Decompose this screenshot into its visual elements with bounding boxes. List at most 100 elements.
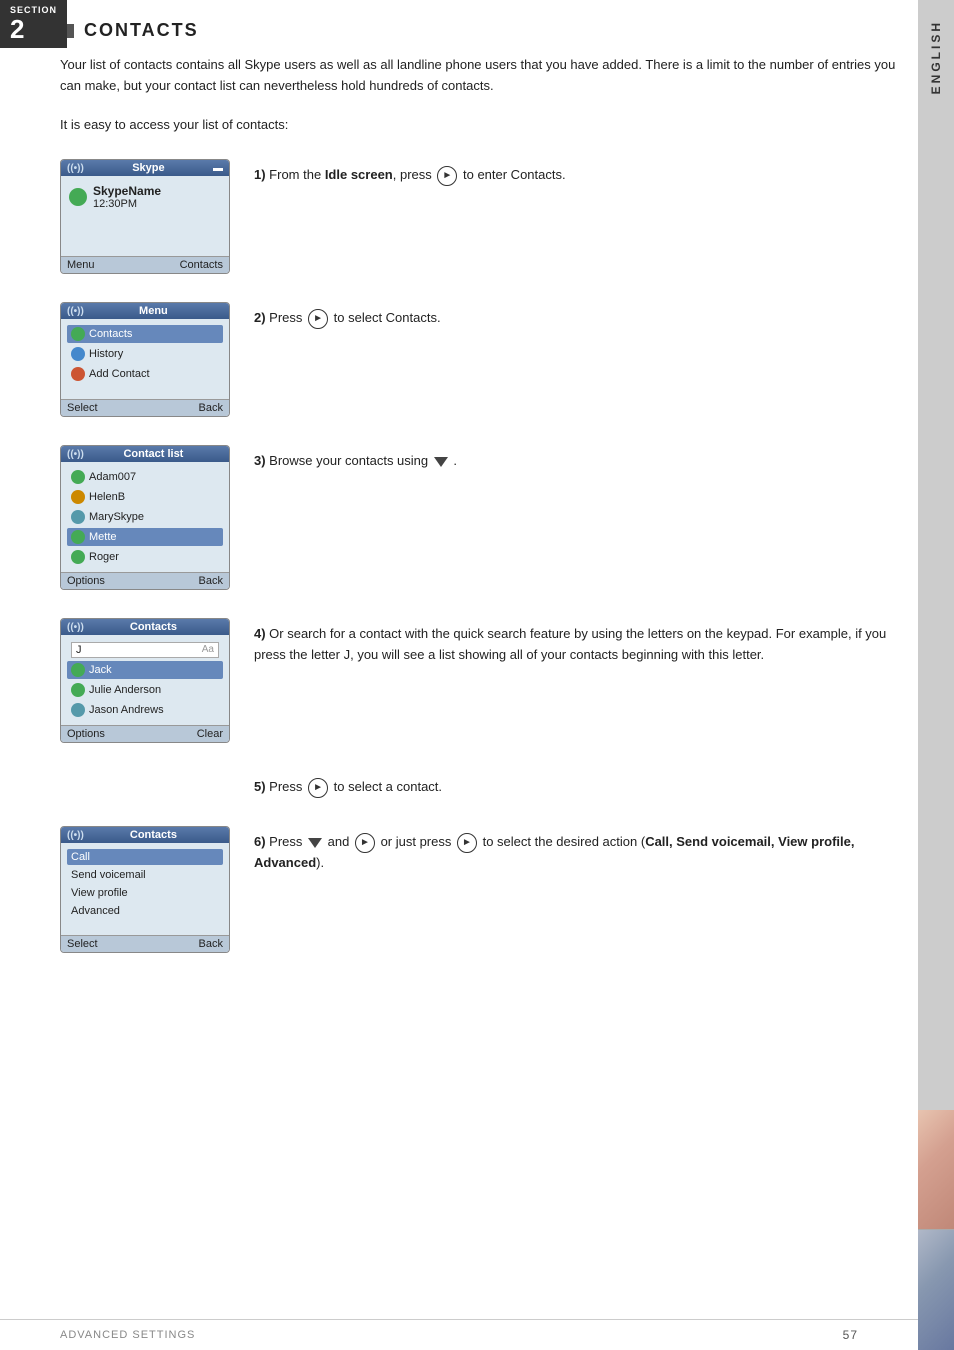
footer-right-2: Back [199,402,223,414]
down-arrow-icon-3 [434,457,448,467]
phone-mock-6: ((•)) Contacts Call Send voicemail View … [60,826,230,953]
right-sidebar: ENGLISH [918,0,954,1350]
phone-battery-1: ▬ [213,163,223,174]
history-icon [71,347,85,361]
phone-body-6: Call Send voicemail View profile Advance… [61,843,229,935]
contacts-icon [71,327,85,341]
search-value: J [76,644,82,656]
sidebar-photos [918,1110,954,1350]
step-6-row: ((•)) Contacts Call Send voicemail View … [60,826,914,953]
easy-paragraph: It is easy to access your list of contac… [60,115,914,136]
footer-right-3: Back [199,575,223,587]
phone-mock-1: ((•)) Skype ▬ SkypeName 12:30PM Menu Con… [60,159,230,274]
history-label: History [89,348,123,360]
phone-signal-1: ((•)) [67,163,84,174]
contact-helenb: HelenB [67,488,223,506]
phone-signal-6: ((•)) [67,830,84,841]
phone-title-3: Contact list [123,448,183,460]
footer-right-6: Back [199,938,223,950]
roger-icon [71,550,85,564]
julie-label: Julie Anderson [89,684,161,696]
skype-name-1: SkypeName 12:30PM [93,184,161,210]
search-row[interactable]: J Aa [71,642,219,658]
voicemail-label: Send voicemail [71,869,146,881]
adam007-label: Adam007 [89,471,136,483]
footer-section-label: ADVANCED SETTINGS [60,1329,195,1341]
phone-mock-4: ((•)) Contacts J Aa Jack Julie Anderson [60,618,230,743]
step-6-num: 6) [254,834,266,849]
menu-item-contacts: Contacts [67,325,223,343]
phone-mock-2: ((•)) Menu Contacts History Add Contact [60,302,230,417]
phone-body-3: Adam007 HelenB MarySkype Mette Roger [61,462,229,572]
section-tab: SECTION 2 [0,0,67,48]
phone-body-4: J Aa Jack Julie Anderson Jason Andrews [61,635,229,725]
step-4-row: ((•)) Contacts J Aa Jack Julie Anderson [60,618,914,743]
step-1-desc: 1) From the Idle screen, press ► to ente… [254,159,914,186]
nav-btn-2: ► [308,309,328,329]
phone-header-1: ((•)) Skype ▬ [61,160,229,176]
phone-body-1: SkypeName 12:30PM [61,176,229,256]
phone-body-2: Contacts History Add Contact [61,319,229,399]
footer-right-4: Clear [197,728,223,740]
language-label: ENGLISH [929,20,943,94]
main-content: CONTACTS Your list of contacts contains … [60,0,914,1021]
intro-paragraph: Your list of contacts contains all Skype… [60,55,914,97]
call-label: Call [71,851,90,863]
jason-label: Jason Andrews [89,704,164,716]
phone-spacer-6 [67,921,223,931]
page-title: CONTACTS [84,20,199,41]
footer-right-1: Contacts [180,259,223,271]
maryskype-icon [71,510,85,524]
footer-left-4: Options [67,728,105,740]
photo-top [918,1110,954,1230]
roger-label: Roger [89,551,119,563]
phone-title-1: Skype [132,162,164,174]
contacts-label: Contacts [89,328,132,340]
step-6-desc: 6) Press and ► or just press ► to select… [254,826,914,874]
julie-icon [71,683,85,697]
phone-title-6: Contacts [130,829,177,841]
step-5-row: 5) Press ► to select a contact. [254,771,914,798]
contact-jack: Jack [67,661,223,679]
bottom-bar: ADVANCED SETTINGS 57 [0,1319,918,1350]
phone-header-3: ((•)) Contact list [61,446,229,462]
menu-item-add-contact: Add Contact [67,365,223,383]
action-options-label: Call, Send voicemail, View profile, Adva… [254,834,854,870]
advanced-label: Advanced [71,905,120,917]
step-3-desc: 3) Browse your contacts using . [254,445,914,472]
jack-label: Jack [89,664,112,676]
action-call: Call [67,849,223,865]
step-1-num: 1) [254,167,266,182]
step-3-num: 3) [254,453,266,468]
page-title-row: CONTACTS [60,20,914,41]
skype-icon-1 [69,188,87,206]
phone-header-4: ((•)) Contacts [61,619,229,635]
phone-footer-1: Menu Contacts [61,256,229,273]
contact-time-1: 12:30PM [93,198,161,210]
menu-item-history: History [67,345,223,363]
phone-signal-2: ((•)) [67,306,84,317]
step-5-num: 5) [254,779,266,794]
contact-mette: Mette [67,528,223,546]
footer-left-6: Select [67,938,98,950]
step-1-row: ((•)) Skype ▬ SkypeName 12:30PM Menu Con… [60,159,914,274]
contact-julie-anderson: Julie Anderson [67,681,223,699]
phone-signal-4: ((•)) [67,622,84,633]
action-view-profile: View profile [67,885,223,901]
add-contact-icon [71,367,85,381]
profile-label: View profile [71,887,128,899]
footer-page-num: 57 [843,1328,858,1342]
step-3-row: ((•)) Contact list Adam007 HelenB MarySk… [60,445,914,590]
idle-screen-label: Idle screen [325,167,393,182]
nav-btn-6a: ► [355,833,375,853]
footer-left-2: Select [67,402,98,414]
phone-title-2: Menu [139,305,168,317]
section-number: 2 [10,16,57,42]
footer-left-1: Menu [67,259,95,271]
action-send-voicemail: Send voicemail [67,867,223,883]
jason-icon [71,703,85,717]
phone-footer-3: Options Back [61,572,229,589]
phone-header-2: ((•)) Menu [61,303,229,319]
add-contact-label: Add Contact [89,368,150,380]
nav-btn-5: ► [308,778,328,798]
